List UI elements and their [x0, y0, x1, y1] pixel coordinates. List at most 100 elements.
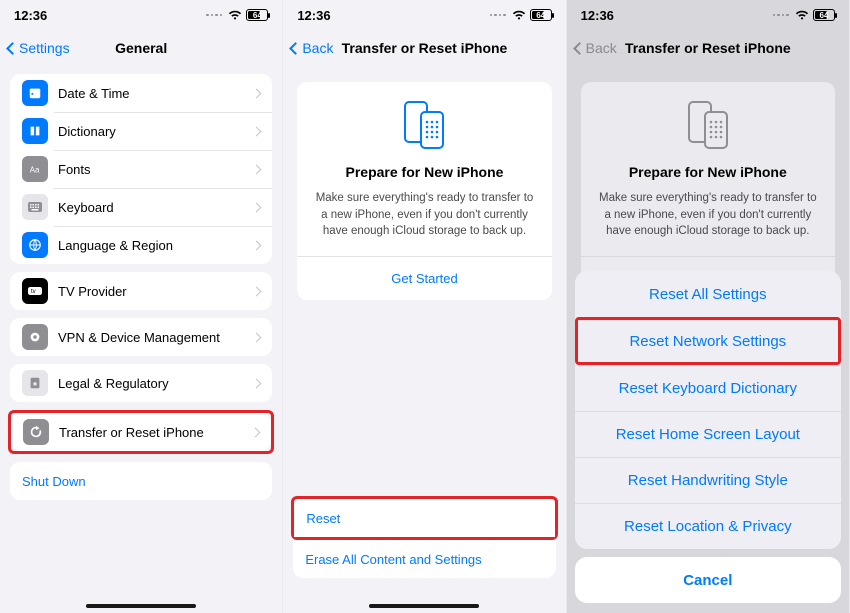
- sheet-option-reset-home-screen-layout[interactable]: Reset Home Screen Layout: [575, 411, 841, 457]
- highlight-reset: Reset: [291, 496, 557, 540]
- page-title: General: [115, 40, 167, 56]
- cell-label: Dictionary: [58, 124, 253, 139]
- cellular-icon: [206, 14, 222, 17]
- cell-legal-regulatory[interactable]: Legal & Regulatory: [10, 364, 272, 402]
- chevron-back-icon: [6, 42, 19, 55]
- wifi-icon: [795, 8, 809, 23]
- content-scroll[interactable]: Date & Time Dictionary Aa Fonts Keyboard Lang…: [0, 66, 282, 613]
- cell-label: Shut Down: [22, 474, 86, 489]
- chevron-right-icon: [252, 164, 262, 174]
- chevron-right-icon: [252, 240, 262, 250]
- content-scroll[interactable]: Prepare for New iPhone Make sure everyth…: [283, 66, 565, 613]
- cell-label: TV Provider: [58, 284, 253, 299]
- svg-text:Aa: Aa: [30, 166, 40, 175]
- page-title: Transfer or Reset iPhone: [342, 40, 508, 56]
- cell-label: Erase All Content and Settings: [305, 552, 481, 567]
- prepare-title: Prepare for New iPhone: [311, 164, 537, 180]
- status-bar: 12:36 64: [567, 0, 849, 30]
- chevron-back-icon: [573, 42, 586, 55]
- chevron-right-icon: [252, 202, 262, 212]
- cellular-icon: [490, 14, 506, 17]
- status-time: 12:36: [581, 8, 614, 23]
- back-button[interactable]: Back: [291, 30, 333, 66]
- cell-label: Fonts: [58, 162, 253, 177]
- nav-bar: Settings General: [0, 30, 282, 66]
- cell-date-time[interactable]: Date & Time: [10, 74, 272, 112]
- action-sheet: Reset All SettingsReset Network Settings…: [575, 271, 841, 603]
- shut-down-button[interactable]: Shut Down: [10, 462, 272, 500]
- nav-bar: Back Transfer or Reset iPhone: [283, 30, 565, 66]
- font-icon: Aa: [22, 156, 48, 182]
- status-right: 64: [206, 8, 268, 23]
- keyboard-icon: [22, 194, 48, 220]
- sheet-option-reset-all-settings[interactable]: Reset All Settings: [575, 271, 841, 317]
- chevron-right-icon: [252, 126, 262, 136]
- battery-icon: 64: [530, 9, 552, 21]
- reset-button[interactable]: Reset: [294, 499, 554, 537]
- battery-icon: 64: [246, 9, 268, 21]
- gear-vpn-icon: [22, 324, 48, 350]
- wifi-icon: [512, 8, 526, 23]
- status-time: 12:36: [297, 8, 330, 23]
- page-title: Transfer or Reset iPhone: [625, 40, 791, 56]
- settings-group: Date & Time Dictionary Aa Fonts Keyboard Lang…: [10, 74, 272, 264]
- screen-reset-action-sheet: 12:36 64 Back Transfer or Reset iPhone: [567, 0, 850, 613]
- prepare-card: Prepare for New iPhone Make sure everyth…: [581, 82, 835, 300]
- nav-bar: Back Transfer or Reset iPhone: [567, 30, 849, 66]
- back-label: Settings: [19, 40, 70, 56]
- highlight-transfer-reset: Transfer or Reset iPhone: [8, 410, 274, 454]
- back-label: Back: [302, 40, 333, 56]
- cellular-icon: [773, 14, 789, 17]
- status-right: 64: [490, 8, 552, 23]
- wifi-icon: [228, 8, 242, 23]
- globe-icon: [22, 232, 48, 258]
- cell-language-region[interactable]: Language & Region: [10, 226, 272, 264]
- back-button: Back: [575, 30, 617, 66]
- erase-all-button[interactable]: Erase All Content and Settings: [293, 540, 555, 578]
- home-indicator[interactable]: [369, 604, 479, 608]
- screen-general-settings: 12:36 64 Settings General Date & Time Dic…: [0, 0, 283, 613]
- cell-fonts[interactable]: Aa Fonts: [10, 150, 272, 188]
- chevron-right-icon: [252, 286, 262, 296]
- cell-keyboard[interactable]: Keyboard: [10, 188, 272, 226]
- sheet-option-reset-keyboard-dictionary[interactable]: Reset Keyboard Dictionary: [575, 365, 841, 411]
- chevron-right-icon: [252, 332, 262, 342]
- status-right: 64: [773, 8, 835, 23]
- cell-transfer-or-reset-iphone[interactable]: Transfer or Reset iPhone: [11, 413, 271, 451]
- cell-label: Language & Region: [58, 238, 253, 253]
- sheet-option-reset-network-settings[interactable]: Reset Network Settings: [575, 317, 841, 365]
- back-label: Back: [586, 40, 617, 56]
- reset-icon: [23, 419, 49, 445]
- book-icon: [22, 118, 48, 144]
- cell-label: Transfer or Reset iPhone: [59, 425, 252, 440]
- settings-group: Legal & Regulatory: [10, 364, 272, 402]
- status-time: 12:36: [14, 8, 47, 23]
- sheet-option-reset-location-privacy[interactable]: Reset Location & Privacy: [575, 503, 841, 549]
- two-phones-icon: [311, 100, 537, 150]
- tv-icon: tv: [22, 278, 48, 304]
- home-indicator[interactable]: [86, 604, 196, 608]
- cell-label: Legal & Regulatory: [58, 376, 253, 391]
- sheet-option-reset-handwriting-style[interactable]: Reset Handwriting Style: [575, 457, 841, 503]
- chevron-right-icon: [252, 88, 262, 98]
- chevron-right-icon: [251, 427, 261, 437]
- settings-group: tv TV Provider: [10, 272, 272, 310]
- status-bar: 12:36 64: [0, 0, 282, 30]
- prepare-card: Prepare for New iPhone Make sure everyth…: [297, 82, 551, 300]
- two-phones-icon: [595, 100, 821, 150]
- cell-label: VPN & Device Management: [58, 330, 253, 345]
- screen-transfer-or-reset: 12:36 64 Back Transfer or Reset iPhone: [283, 0, 566, 613]
- cell-label: Reset: [306, 511, 340, 526]
- prepare-title: Prepare for New iPhone: [595, 164, 821, 180]
- prepare-description: Make sure everything's ready to transfer…: [595, 190, 821, 240]
- status-bar: 12:36 64: [283, 0, 565, 30]
- cell-dictionary[interactable]: Dictionary: [10, 112, 272, 150]
- get-started-button[interactable]: Get Started: [311, 257, 537, 300]
- cell-tv-provider[interactable]: tv TV Provider: [10, 272, 272, 310]
- cancel-button[interactable]: Cancel: [575, 557, 841, 603]
- back-button[interactable]: Settings: [8, 30, 70, 66]
- chevron-back-icon: [289, 42, 302, 55]
- chevron-right-icon: [252, 378, 262, 388]
- cell-vpn-device-management[interactable]: VPN & Device Management: [10, 318, 272, 356]
- cert-icon: [22, 370, 48, 396]
